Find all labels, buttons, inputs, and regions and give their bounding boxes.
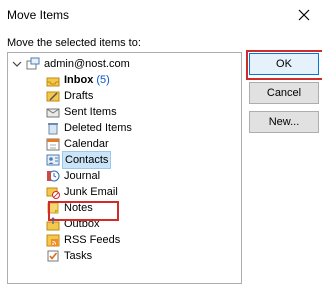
drafts-icon xyxy=(46,91,60,102)
contacts-highlight-outline xyxy=(48,201,119,221)
title-bar: Move Items xyxy=(0,0,322,30)
tree-item-label: Journal xyxy=(64,170,101,182)
tree-item-label: Contacts xyxy=(62,151,112,169)
junk-email-icon xyxy=(46,187,60,199)
tasks-icon xyxy=(47,250,59,262)
mailbox-icon xyxy=(26,57,40,70)
calendar-icon xyxy=(46,138,60,151)
tree-item-label: Deleted Items xyxy=(64,122,132,134)
account-label: admin@nost.com xyxy=(44,58,130,70)
tree-item-label: Sent Items xyxy=(64,106,117,118)
deleted-items-icon xyxy=(48,123,58,135)
folder-tree[interactable]: admin@nost.com Inbox (5) Drafts Sent Item… xyxy=(7,52,242,284)
inbox-icon xyxy=(46,77,60,87)
tree-item-label: Junk Email xyxy=(64,186,118,198)
tree-item-label: Drafts xyxy=(64,90,94,102)
tree-item-label: Tasks xyxy=(64,250,93,262)
new-folder-button[interactable]: New... xyxy=(249,111,319,133)
cancel-button[interactable]: Cancel xyxy=(249,82,319,104)
journal-icon xyxy=(47,170,60,182)
chevron-down-icon[interactable] xyxy=(12,56,22,72)
destination-prompt: Move the selected items to: xyxy=(7,37,141,49)
tree-item-label: RSS Feeds xyxy=(64,234,121,246)
tree-item-label: Inbox xyxy=(64,74,94,86)
dialog-title: Move Items xyxy=(7,8,70,22)
contacts-icon xyxy=(46,154,60,166)
tree-item-label: Calendar xyxy=(64,138,109,150)
ok-button[interactable]: OK xyxy=(249,53,319,75)
rss-feeds-icon xyxy=(46,234,60,247)
sent-items-icon xyxy=(46,108,60,118)
close-icon[interactable] xyxy=(294,5,314,25)
unread-count-badge: (5) xyxy=(96,74,110,86)
